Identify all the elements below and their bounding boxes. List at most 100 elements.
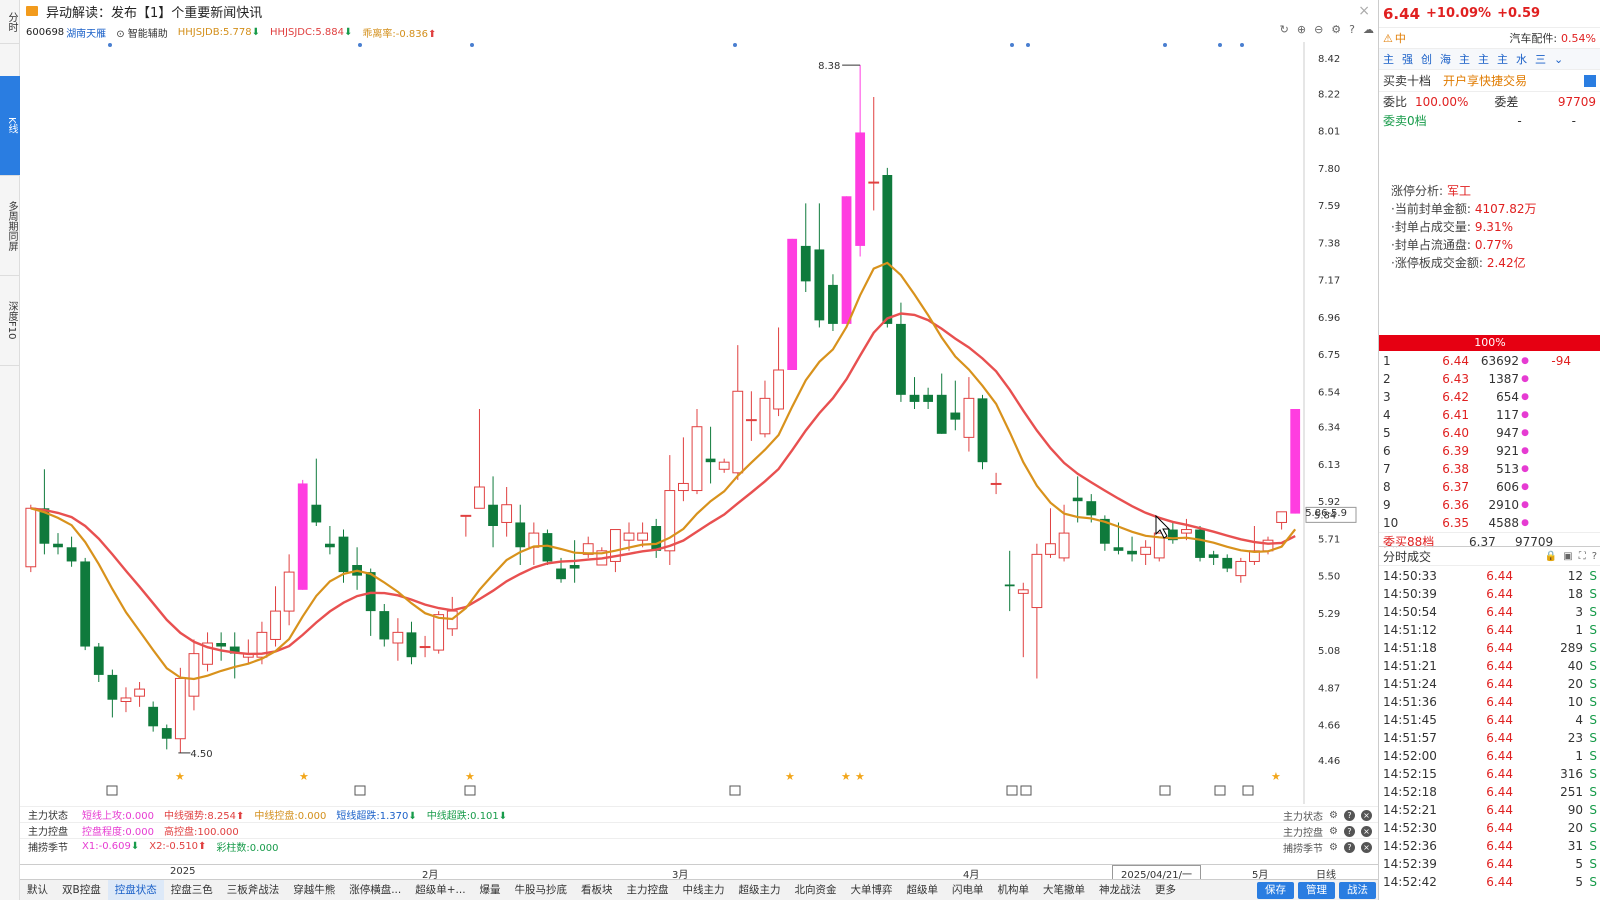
indicator-tab[interactable]: 中线主力: [676, 880, 732, 900]
zoom-out-icon[interactable]: ⊖: [1314, 23, 1323, 36]
limit-concept[interactable]: 军工: [1447, 184, 1471, 198]
tick-volume: 90: [1567, 803, 1583, 817]
indicator-tab[interactable]: 大单博弈: [844, 880, 900, 900]
bid-row[interactable]: 2 6.43 1387 ●: [1379, 370, 1600, 388]
quick-icon[interactable]: 强: [1402, 51, 1413, 67]
tick-time: 14:51:24: [1383, 677, 1437, 691]
risk-tag[interactable]: 中: [1395, 30, 1406, 46]
gear-icon[interactable]: ⚙: [1331, 23, 1341, 36]
indicator-tab[interactable]: 涨停横盘...: [342, 880, 408, 900]
stock-name[interactable]: 湖南天雁: [66, 25, 106, 40]
ind-x1-value: X1:-0.609: [82, 841, 131, 852]
tab-f10[interactable]: 深度F10: [0, 276, 20, 366]
bid-row[interactable]: 3 6.42 654 ●: [1379, 388, 1600, 406]
quick-icon[interactable]: 水: [1516, 51, 1527, 67]
tick-title[interactable]: 分时成交: [1383, 548, 1431, 565]
kline-svg[interactable]: 8.42 8.22 8.01 7.80 7.59 7.38 7.17 6.96 6.75 6.54…: [20, 42, 1378, 804]
expand-icon[interactable]: ⛶: [1579, 551, 1586, 562]
tick-row: 14:50:54 6.44 3 S: [1379, 603, 1600, 621]
tick-row: 14:52:36 6.44 31 S: [1379, 837, 1600, 855]
indicator-tab[interactable]: 穿越牛熊: [286, 880, 342, 900]
bid-row[interactable]: 9 6.36 2910 ●: [1379, 496, 1600, 514]
bid-row[interactable]: 5 6.40 947 ●: [1379, 424, 1600, 442]
close-icon[interactable]: ×: [1361, 826, 1372, 837]
indicator-tab[interactable]: 北向资金: [788, 880, 844, 900]
bid-row[interactable]: 6 6.39 921 ●: [1379, 442, 1600, 460]
star-icon: ★: [299, 770, 309, 783]
candle-body: [338, 536, 349, 573]
tick-row: 14:51:24 6.44 20 S: [1379, 675, 1600, 693]
gear-icon[interactable]: ⚙: [1329, 842, 1338, 853]
bid-row[interactable]: 7 6.38 513 ●: [1379, 460, 1600, 478]
indicator-tab[interactable]: 默认: [20, 880, 55, 900]
zoom-in-icon[interactable]: ⊕: [1297, 23, 1306, 36]
indicator-tab[interactable]: 看板块: [574, 880, 620, 900]
quick-icon[interactable]: 主: [1383, 51, 1394, 67]
indicator-tab[interactable]: 主力控盘: [620, 880, 676, 900]
indicator-tab[interactable]: 三板斧战法: [220, 880, 287, 900]
news-bar[interactable]: 异动解读：发布【1】个重要新闻快讯 ×: [20, 0, 1378, 22]
quick-icon[interactable]: 海: [1440, 51, 1451, 67]
book-icon[interactable]: [1584, 74, 1596, 87]
candle-body: [882, 175, 893, 324]
news-text[interactable]: 异动解读：发布【1】个重要新闻快讯: [46, 2, 262, 21]
indicator-tab[interactable]: 超级单+...: [408, 880, 472, 900]
close-icon[interactable]: ×: [1361, 842, 1372, 853]
strategy-button[interactable]: 战法: [1339, 881, 1376, 899]
gear-icon[interactable]: ⚙: [1329, 826, 1338, 837]
bid-row[interactable]: 4 6.41 117 ●: [1379, 406, 1600, 424]
quick-icon[interactable]: 三: [1535, 51, 1546, 67]
tab-intraday[interactable]: 分时: [0, 0, 20, 44]
save-button[interactable]: 保存: [1257, 881, 1294, 899]
indicator-tab[interactable]: 控盘状态: [107, 879, 164, 900]
bid-volume: 654: [1496, 390, 1519, 404]
sector-info[interactable]: 汽车配件: 0.54%: [1509, 30, 1596, 46]
quick-icon[interactable]: 创: [1421, 51, 1432, 67]
manage-button[interactable]: 管理: [1298, 881, 1335, 899]
close-icon[interactable]: ×: [1358, 3, 1370, 19]
help-icon[interactable]: ?: [1344, 842, 1355, 853]
cloud-icon[interactable]: ☁: [1363, 23, 1374, 36]
indicator-tab[interactable]: 超级单: [900, 880, 946, 900]
bid-row[interactable]: 1 6.44 63692 ● -94: [1379, 352, 1600, 370]
indicator-tab[interactable]: 闪电单: [945, 880, 991, 900]
candle-body: [759, 397, 771, 435]
lock-icon[interactable]: 🔒: [1545, 551, 1557, 562]
help-icon[interactable]: ?: [1592, 551, 1597, 562]
help-icon[interactable]: ?: [1344, 826, 1355, 837]
help-icon[interactable]: ?: [1349, 23, 1355, 36]
kline-chart[interactable]: 8.42 8.22 8.01 7.80 7.59 7.38 7.17 6.96 6.75 6.54…: [20, 42, 1378, 804]
tick-time: 14:50:33: [1383, 569, 1437, 583]
tab-multi-period[interactable]: 多周期同屏: [0, 176, 20, 276]
tick-price: 6.44: [1486, 839, 1513, 853]
bid-level: 5: [1383, 426, 1391, 440]
indicator-tab[interactable]: 更多: [1148, 880, 1183, 900]
refresh-icon[interactable]: ↻: [1280, 23, 1289, 36]
indicator-tab[interactable]: 大笔撤单: [1036, 880, 1092, 900]
bid-row[interactable]: 8 6.37 606 ●: [1379, 478, 1600, 496]
indicator-tab[interactable]: 爆量: [473, 880, 508, 900]
tab-kline[interactable]: K线: [0, 76, 20, 176]
quick-icon[interactable]: 主: [1459, 51, 1470, 67]
gear-icon[interactable]: ⚙: [1329, 810, 1338, 821]
indicator-tab[interactable]: 牛股马抄底: [508, 880, 575, 900]
indicator-tab[interactable]: 控盘三色: [164, 880, 220, 900]
price-tick-label: 4.46: [1318, 756, 1340, 767]
bid-row[interactable]: 10 6.35 4588 ●: [1379, 514, 1600, 532]
order-book-title[interactable]: 买卖十档: [1383, 72, 1431, 89]
book-icon[interactable]: ▣: [1563, 551, 1572, 562]
bid-strength-bar: 100%: [1379, 335, 1600, 351]
promo-link[interactable]: 开户享快捷交易: [1443, 72, 1527, 89]
indicator-tab[interactable]: 机构单: [991, 880, 1037, 900]
ind-mid-strong: 中线强势:8.254⬆: [164, 807, 244, 822]
help-icon[interactable]: ?: [1344, 810, 1355, 821]
chevron-down-icon[interactable]: ⌄: [1554, 53, 1563, 66]
indicator-tab[interactable]: 超级主力: [732, 880, 788, 900]
smart-assist-toggle[interactable]: ⊙ 智能辅助: [116, 25, 168, 40]
bid-level: 7: [1383, 462, 1391, 476]
indicator-tab[interactable]: 双B控盘: [55, 880, 108, 900]
close-icon[interactable]: ×: [1361, 810, 1372, 821]
indicator-tab[interactable]: 神龙战法: [1092, 880, 1148, 900]
quick-icon[interactable]: 主: [1497, 51, 1508, 67]
quick-icon[interactable]: 主: [1478, 51, 1489, 67]
